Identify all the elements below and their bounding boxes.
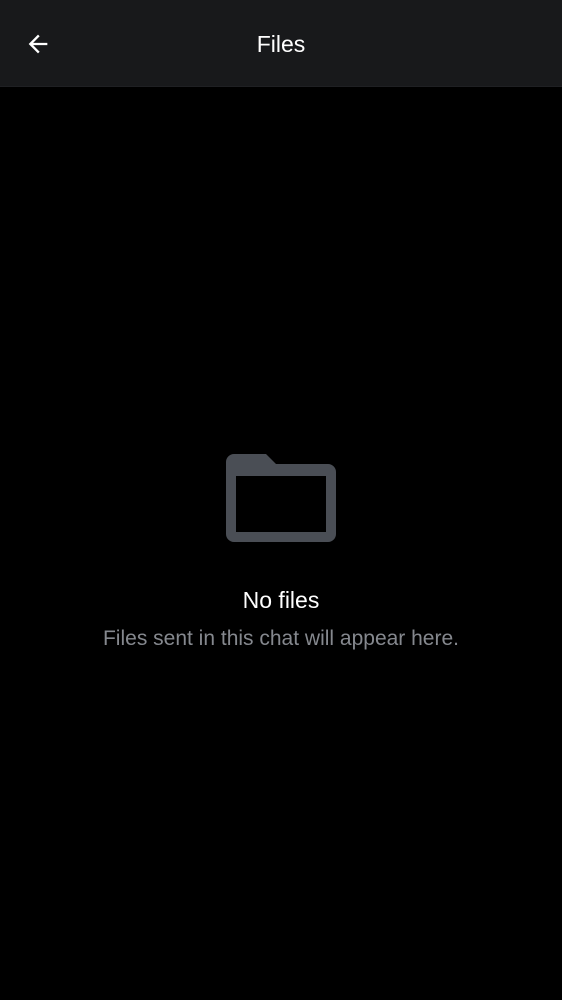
empty-state: No files Files sent in this chat will ap…: [0, 452, 562, 653]
top-app-bar: Files: [0, 0, 562, 87]
folder-icon: [226, 454, 336, 542]
empty-state-title: No files: [242, 587, 320, 613]
empty-state-subtitle: Files sent in this chat will appear here…: [102, 627, 459, 650]
page-title: Files: [256, 31, 306, 57]
files-screen: Files No files Files sent in this chat w…: [0, 0, 562, 1000]
